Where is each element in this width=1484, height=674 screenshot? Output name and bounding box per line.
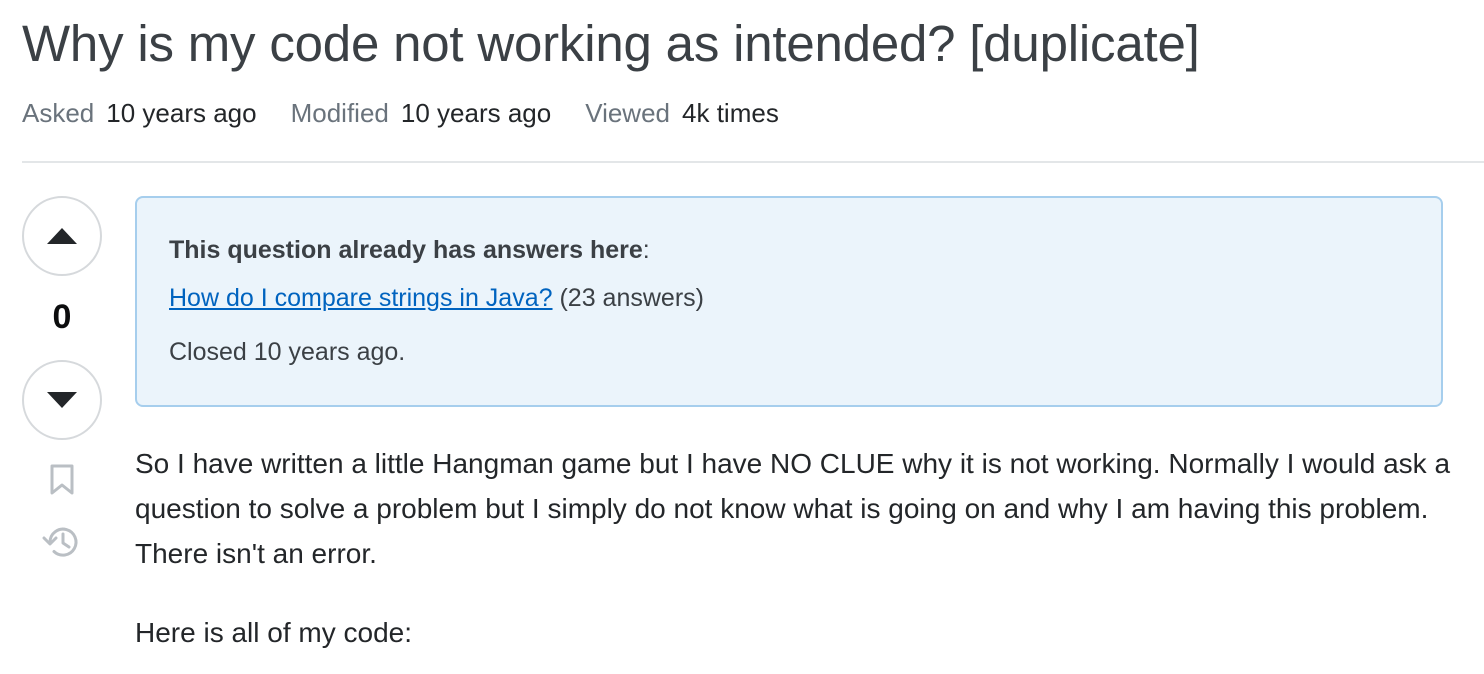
history-button[interactable] [42, 524, 82, 560]
meta-modified-label: Modified [290, 97, 389, 128]
question-page: Why is my code not working as intended? … [0, 0, 1484, 674]
duplicate-notice-heading: This question already has answers here: [169, 234, 1409, 266]
upvote-button[interactable] [22, 196, 102, 276]
meta-modified-value[interactable]: 10 years ago [401, 98, 551, 129]
meta-viewed: Viewed 4k times [585, 98, 779, 129]
vote-count: 0 [52, 298, 72, 336]
bookmark-icon [50, 464, 74, 495]
question-meta: Asked 10 years ago Modified 10 years ago… [22, 98, 813, 128]
meta-asked: Asked 10 years ago [22, 98, 257, 129]
closed-status: Closed 10 years ago. [169, 338, 406, 366]
downvote-button[interactable] [22, 360, 102, 440]
meta-viewed-label: Viewed [585, 97, 671, 128]
bookmark-button[interactable] [46, 462, 78, 498]
question-body: So I have written a little Hangman game … [135, 441, 1455, 674]
meta-asked-value: 10 years ago [106, 97, 257, 128]
triangle-up-icon [47, 228, 77, 244]
question-title[interactable]: Why is my code not working as intended? … [22, 12, 1200, 76]
duplicate-notice: This question already has answers here: … [135, 196, 1443, 407]
meta-modified: Modified 10 years ago [291, 98, 552, 129]
duplicate-answers-count: (23 answers) [559, 284, 704, 312]
body-paragraph: So I have written a little Hangman game … [135, 448, 1451, 569]
body-paragraph: Here is all of my code: [135, 617, 412, 648]
history-icon [42, 527, 78, 557]
duplicate-notice-heading-text: This question already has answers here [169, 236, 643, 264]
meta-asked-label: Asked [22, 97, 95, 128]
duplicate-link-row: How do I compare strings in Java? (23 an… [169, 282, 1409, 314]
duplicate-question-link[interactable]: How do I compare strings in Java? [169, 284, 553, 312]
duplicate-notice-heading-suffix: : [642, 236, 650, 264]
triangle-down-icon [47, 392, 77, 408]
header-divider [22, 161, 1484, 163]
meta-viewed-value: 4k times [682, 97, 779, 128]
